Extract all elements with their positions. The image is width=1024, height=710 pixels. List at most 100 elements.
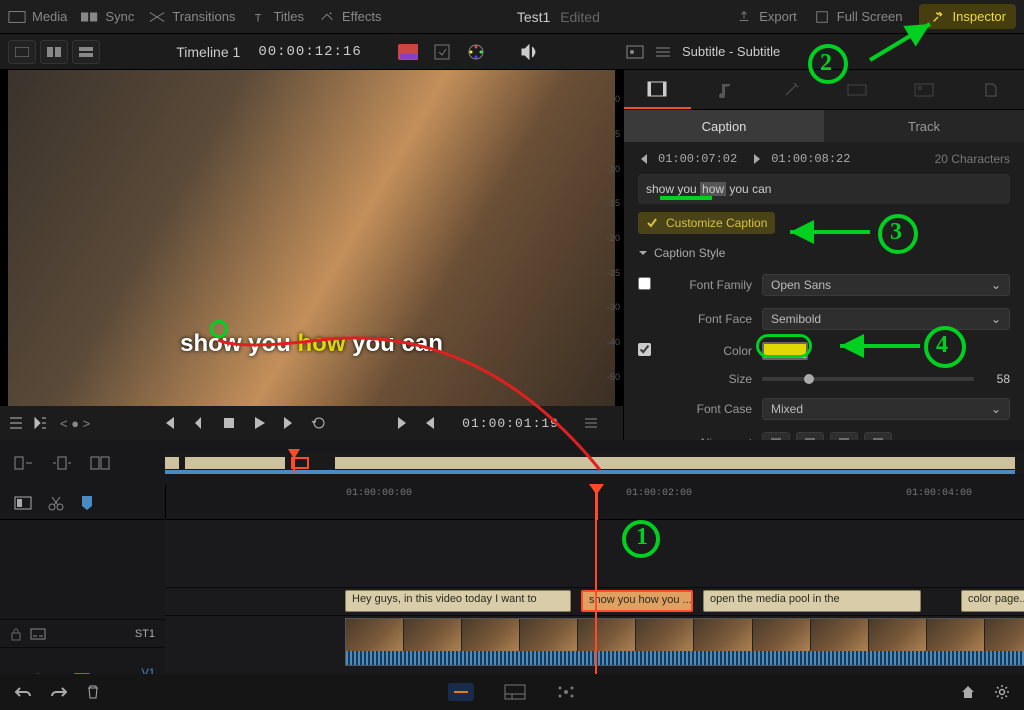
customize-caption-label: Customize Caption xyxy=(666,216,767,230)
chevron-down-icon xyxy=(638,248,648,258)
stop-icon[interactable] xyxy=(221,415,237,431)
caption-style-label: Caption Style xyxy=(654,246,725,260)
color-checkbox[interactable] xyxy=(638,343,651,356)
subtitle-clip[interactable]: color page... xyxy=(961,590,1024,612)
audio-level-label: -10 xyxy=(596,164,624,174)
next-caption-icon[interactable] xyxy=(751,153,763,165)
safe-area-icon[interactable] xyxy=(432,42,452,62)
timeline-playhead[interactable] xyxy=(595,486,597,678)
font-face-label: Font Face xyxy=(662,312,752,326)
home-icon[interactable] xyxy=(960,684,976,700)
marker-tool[interactable] xyxy=(80,495,94,511)
gear-icon[interactable] xyxy=(994,684,1010,700)
proxy-toggle[interactable] xyxy=(398,42,418,62)
size-slider[interactable] xyxy=(762,377,974,381)
inspector-tab-image[interactable] xyxy=(891,70,958,109)
inspector-tab-file[interactable] xyxy=(957,70,1024,109)
video-viewport[interactable]: show you how you can xyxy=(8,70,615,406)
sync-label: Sync xyxy=(105,9,134,24)
go-start-icon[interactable] xyxy=(161,415,177,431)
audio-meter-scale: 0 -5 -10 -15 -20 -25 -30 -40 -50 xyxy=(596,70,624,406)
prev-clip-icon[interactable] xyxy=(422,415,438,431)
sync-tab[interactable]: Sync xyxy=(81,9,134,24)
inspector-tab-transition[interactable] xyxy=(824,70,891,109)
inspector-tab-effects[interactable] xyxy=(757,70,824,109)
export-button[interactable]: Export xyxy=(735,9,797,24)
subtitle-clip-selected[interactable]: show you how you ... xyxy=(581,590,693,612)
view-mode-1[interactable] xyxy=(8,40,36,64)
subtab-track[interactable]: Track xyxy=(824,110,1024,142)
loop-icon[interactable] xyxy=(311,415,327,431)
caption-style-section[interactable]: Caption Style xyxy=(638,242,1010,264)
color-swatch[interactable] xyxy=(762,342,808,360)
list-icon[interactable] xyxy=(654,45,672,59)
font-case-select[interactable]: Mixed⌄ xyxy=(762,398,1010,420)
align-justify-button[interactable] xyxy=(864,432,892,440)
font-face-select[interactable]: Semibold⌄ xyxy=(762,308,1010,330)
inspector-icon xyxy=(929,10,947,24)
blade-tool[interactable] xyxy=(48,495,64,511)
inspector-tab-audio[interactable] xyxy=(691,70,758,109)
tl-tool-2[interactable] xyxy=(52,456,72,470)
transport-option-icon[interactable] xyxy=(8,415,24,431)
inspector-tab-video[interactable] xyxy=(624,70,691,109)
titles-tab[interactable]: TTitles xyxy=(249,9,304,24)
step-back-icon[interactable] xyxy=(191,415,207,431)
check-icon xyxy=(646,217,658,229)
view-mode-3[interactable] xyxy=(72,40,100,64)
timeline-name-label[interactable]: Timeline 1 xyxy=(176,44,240,60)
subtab-caption[interactable]: Caption xyxy=(624,110,824,142)
subtitle-clip[interactable]: Hey guys, in this video today I want to xyxy=(345,590,571,612)
trash-icon[interactable] xyxy=(86,684,100,700)
tl-tool-3[interactable] xyxy=(90,456,110,470)
subtitle-clip-text: Hey guys, in this video today I want to xyxy=(352,593,537,605)
selection-tool[interactable] xyxy=(14,496,32,510)
page-fusion-icon[interactable] xyxy=(556,683,576,701)
caption-input-selected: how xyxy=(700,182,726,196)
audio-level-label: -15 xyxy=(596,198,624,208)
transport-bar: < ● > 01:00:01:19 xyxy=(0,406,623,440)
font-family-checkbox[interactable] xyxy=(638,277,651,290)
timeline-timecode[interactable]: 00:00:12:16 xyxy=(258,44,361,60)
hamburger-icon[interactable] xyxy=(583,415,599,431)
transitions-tab[interactable]: Transitions xyxy=(148,9,235,24)
play-icon[interactable] xyxy=(251,415,267,431)
go-end-icon[interactable] xyxy=(281,415,297,431)
align-center-button[interactable] xyxy=(796,432,824,440)
align-right-button[interactable] xyxy=(830,432,858,440)
fullscreen-button[interactable]: Full Screen xyxy=(813,9,903,24)
project-name-label: Test1 xyxy=(517,9,550,25)
transport-timecode[interactable]: 01:00:01:19 xyxy=(462,416,559,431)
video-clip[interactable] xyxy=(345,618,1024,666)
redo-icon[interactable] xyxy=(50,685,68,699)
media-tab[interactable]: Media xyxy=(8,9,67,24)
page-edit-icon[interactable] xyxy=(504,683,526,701)
page-cut-icon[interactable] xyxy=(448,683,474,701)
subtitle-clip[interactable]: open the media pool in the xyxy=(703,590,921,612)
undo-icon[interactable] xyxy=(14,685,32,699)
size-value[interactable]: 58 xyxy=(980,372,1010,386)
lock-icon[interactable] xyxy=(10,627,22,641)
inspector-button[interactable]: Inspector xyxy=(919,4,1016,29)
prev-caption-icon[interactable] xyxy=(638,153,650,165)
align-left-button[interactable] xyxy=(762,432,790,440)
bottom-bar xyxy=(0,674,1024,710)
customize-caption-toggle[interactable]: Customize Caption xyxy=(638,212,775,234)
audio-level-label: -5 xyxy=(596,129,624,139)
tl-tool-1[interactable] xyxy=(14,456,34,470)
next-clip-icon[interactable] xyxy=(394,415,410,431)
volume-icon[interactable] xyxy=(520,42,540,62)
timeline-overview[interactable] xyxy=(165,453,1024,473)
track-head-st1[interactable]: ST1 xyxy=(0,620,165,648)
font-face-value: Semibold xyxy=(771,312,821,326)
subtitle-track-icon[interactable] xyxy=(30,628,46,640)
effects-tab[interactable]: Effects xyxy=(318,9,382,24)
clip-icon[interactable] xyxy=(626,45,644,59)
caption-tc-out[interactable]: 01:00:08:22 xyxy=(771,152,850,166)
transport-play-list-icon[interactable] xyxy=(32,415,48,431)
caption-text-input[interactable]: show you how you can xyxy=(638,174,1010,204)
color-wheel-icon[interactable] xyxy=(466,42,486,62)
view-mode-2[interactable] xyxy=(40,40,68,64)
caption-tc-in[interactable]: 01:00:07:02 xyxy=(658,152,737,166)
font-family-select[interactable]: Open Sans⌄ xyxy=(762,274,1010,296)
